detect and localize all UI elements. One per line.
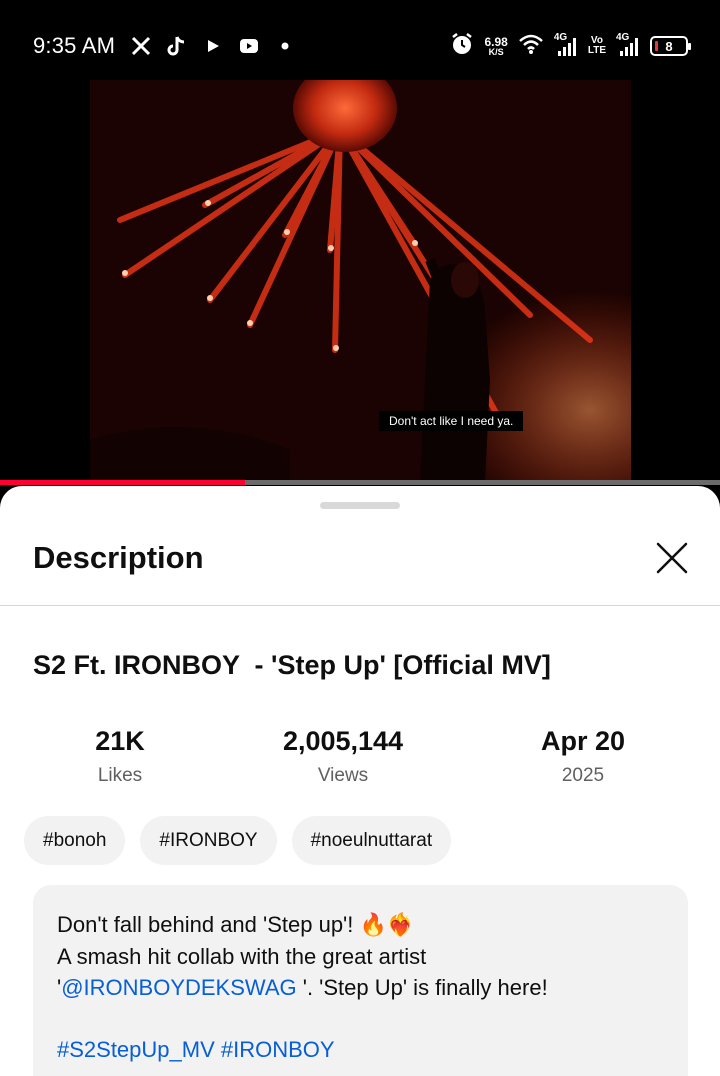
youtube-icon — [238, 35, 260, 57]
alarm-icon — [450, 32, 474, 61]
views-count: 2,005,144 — [282, 726, 404, 756]
publish-date: Apr 20 — [540, 726, 626, 756]
tag-chip[interactable]: #bonoh — [24, 816, 126, 865]
description-text: Don't fall behind and 'Step up'! — [57, 912, 360, 937]
battery-icon: 8 — [650, 36, 691, 56]
play-icon — [202, 35, 224, 57]
views-label: Views — [317, 765, 369, 786]
close-icon — [656, 542, 688, 574]
video-title: S2 Ft. IRONBOY - 'Step Up' [Official MV] — [33, 650, 551, 680]
dot-icon — [274, 35, 296, 57]
video-frame[interactable]: Don't act like I need ya. — [90, 80, 631, 483]
tiktok-icon — [166, 35, 188, 57]
tag-chip[interactable]: #noeulnuttarat — [291, 816, 452, 865]
video-progress-fill — [0, 480, 245, 485]
tag-chip[interactable]: #IRONBOY — [140, 816, 277, 865]
description-box[interactable]: Don't fall behind and 'Step up'! 🔥❤️‍🔥 A… — [33, 885, 688, 1076]
wifi-icon — [518, 33, 544, 60]
status-bar: 9:35 AM 6.98 K/S 4G Vo LTE 4G 8 — [0, 0, 720, 80]
fire-heart-emoji: 🔥❤️‍🔥 — [359, 913, 415, 938]
mention-link[interactable]: @IRONBOYDEKSWAG — [61, 975, 296, 1000]
date-stat: Apr 20 2025 — [513, 726, 653, 787]
battery-level: 8 — [665, 38, 673, 54]
video-subtitle: Don't act like I need ya. — [379, 411, 524, 431]
views-stat: 2,005,144 Views — [263, 726, 423, 787]
sheet-title: Description — [33, 540, 204, 575]
close-button[interactable] — [652, 538, 692, 578]
video-scene-image — [90, 80, 631, 483]
likes-label: Likes — [97, 765, 143, 786]
description-hashtags: #S2StepUp_MV #IRONBOY — [57, 1034, 664, 1065]
x-icon — [130, 35, 152, 57]
likes-stat: 21K Likes — [70, 726, 170, 787]
status-time: 9:35 AM — [33, 33, 116, 58]
likes-count: 21K — [95, 726, 145, 756]
video-player[interactable]: Don't act like I need ya. — [0, 80, 720, 483]
sim1-label: 4G — [553, 32, 568, 43]
description-suffix: '. 'Step Up' is finally here! — [296, 975, 548, 1000]
description-sheet: Description S2 Ft. IRONBOY - 'Step Up' [… — [0, 486, 720, 1076]
volte-indicator: Vo LTE — [588, 36, 606, 56]
video-progress-bar[interactable] — [0, 480, 720, 485]
sim2-label: 4G — [616, 32, 630, 43]
tag-chips: #bonoh #IRONBOY #noeulnuttarat — [24, 816, 452, 865]
network-speed: 6.98 K/S — [484, 36, 507, 57]
divider — [0, 605, 720, 606]
description-line-3: '@IRONBOYDEKSWAG '. 'Step Up' is finally… — [57, 972, 664, 1003]
video-stats: 21K Likes 2,005,144 Views Apr 20 2025 — [0, 726, 720, 796]
description-line-2: A smash hit collab with the great artist — [57, 944, 427, 969]
description-line-1: Don't fall behind and 'Step up'! 🔥❤️‍🔥 — [57, 909, 664, 941]
hashtag-link[interactable]: #IRONBOY — [221, 1037, 335, 1062]
notification-icons — [130, 33, 296, 59]
sim1-signal-icon: 4G — [554, 32, 578, 56]
hashtag-link[interactable]: #S2StepUp_MV — [57, 1037, 215, 1062]
drag-handle[interactable] — [320, 502, 400, 509]
volte-bottom: LTE — [587, 45, 606, 56]
network-speed-unit: K/S — [488, 46, 504, 57]
publish-year: 2025 — [561, 765, 605, 786]
sim2-signal-icon: 4G — [616, 32, 640, 56]
system-status: 6.98 K/S 4G Vo LTE 4G 8 — [450, 30, 691, 62]
network-speed-value: 6.98 — [484, 34, 508, 49]
